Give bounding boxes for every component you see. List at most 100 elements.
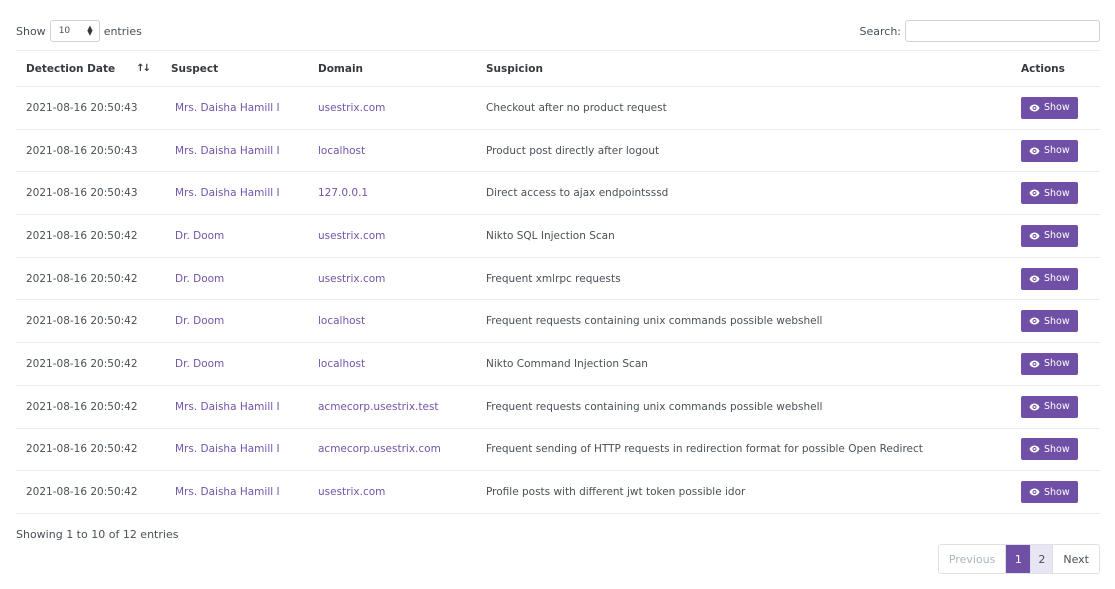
suspect-link[interactable]: Dr. Doom [161, 257, 308, 301]
table-row: 2021-08-16 20:50:43 Mrs. Daisha Hamill Il… [16, 129, 1100, 173]
domain-link[interactable]: acmecorp.usestrix.test [308, 385, 476, 429]
show-button[interactable]: Show [1021, 352, 1078, 375]
eye-icon [1029, 445, 1040, 453]
actions-cell: Show [1011, 342, 1100, 386]
sort-icon: ↑↓ [136, 63, 151, 74]
table-info: Showing 1 to 10 of 12 entries [16, 528, 179, 541]
table-row: 2021-08-16 20:50:42 Dr. Doom localhost Nikt… [16, 342, 1100, 386]
suspicion-cell: Nikto SQL Injection Scan [476, 214, 1011, 258]
suspect-link[interactable]: Mrs. Daisha Hamill I [161, 428, 308, 472]
actions-cell: Show [1011, 86, 1100, 130]
domain-link[interactable]: localhost [308, 299, 476, 344]
suspect-link[interactable]: Dr. Doom [161, 299, 308, 344]
detection-date-cell: 2021-08-16 20:50:43 [16, 171, 161, 216]
pagination: Previous 1 2 Next [937, 544, 1100, 574]
detection-date-cell: 2021-08-16 20:50:42 [16, 385, 161, 429]
search-input[interactable] [905, 20, 1100, 42]
suspect-link[interactable]: Mrs. Daisha Hamill I [161, 171, 308, 216]
page-2-button[interactable]: 2 [1030, 545, 1053, 573]
domain-link[interactable]: localhost [308, 342, 476, 386]
suspicion-cell: Direct access to ajax endpointsssd [476, 171, 1011, 216]
eye-icon [1029, 147, 1040, 155]
length-suffix: entries [103, 24, 142, 38]
show-button[interactable]: Show [1021, 182, 1078, 205]
previous-page-button[interactable]: Previous [939, 545, 1005, 573]
actions-cell: Show [1011, 385, 1100, 429]
show-button-label: Show [1044, 102, 1070, 114]
show-button[interactable]: Show [1021, 481, 1078, 504]
suspect-link[interactable]: Mrs. Daisha Hamill I [161, 470, 308, 514]
suspect-link[interactable]: Mrs. Daisha Hamill I [161, 86, 308, 130]
actions-cell: Show [1011, 470, 1100, 514]
column-header-actions: Actions [1011, 50, 1100, 87]
suspicion-cell: Product post directly after logout [476, 129, 1011, 173]
show-button[interactable]: Show [1021, 96, 1078, 119]
domain-link[interactable]: localhost [308, 129, 476, 173]
suspect-link[interactable]: Dr. Doom [161, 342, 308, 386]
eye-icon [1029, 189, 1040, 197]
show-button-label: Show [1044, 273, 1070, 285]
actions-cell: Show [1011, 171, 1100, 216]
page-1-button[interactable]: 1 [1005, 545, 1031, 573]
detection-date-cell: 2021-08-16 20:50:42 [16, 299, 161, 344]
show-button[interactable]: Show [1021, 310, 1078, 333]
select-arrows-icon: ▲ ▼ [87, 24, 93, 37]
search-label: Search: [859, 24, 902, 38]
domain-link[interactable]: usestrix.com [308, 86, 476, 130]
domain-link[interactable]: usestrix.com [308, 214, 476, 258]
domain-link[interactable]: 127.0.0.1 [308, 171, 476, 216]
suspicions-table: Detection Date ↑↓ Suspect Domain Suspici… [16, 50, 1100, 514]
actions-cell: Show [1011, 428, 1100, 472]
entries-length-control: Show 10 ▲ ▼ entries [16, 20, 142, 42]
show-button[interactable]: Show [1021, 139, 1078, 162]
show-button[interactable]: Show [1021, 224, 1078, 247]
domain-link[interactable]: usestrix.com [308, 470, 476, 514]
column-header-detection-date[interactable]: Detection Date ↑↓ [16, 50, 161, 87]
table-row: 2021-08-16 20:50:43 Mrs. Daisha Hamill I1… [16, 171, 1100, 216]
table-row: 2021-08-16 20:50:42 Mrs. Daisha Hamill Ia… [16, 385, 1100, 429]
entries-per-page-select[interactable]: 10 ▲ ▼ [49, 20, 100, 42]
show-button-label: Show [1044, 401, 1070, 413]
suspicion-cell: Frequent sending of HTTP requests in red… [476, 428, 1011, 472]
eye-icon [1029, 104, 1040, 112]
actions-cell: Show [1011, 257, 1100, 301]
detection-date-cell: 2021-08-16 20:50:42 [16, 470, 161, 514]
show-button[interactable]: Show [1021, 395, 1078, 418]
column-header-label: Detection Date [26, 62, 116, 75]
detection-date-cell: 2021-08-16 20:50:42 [16, 257, 161, 301]
entries-per-page-value: 10 [58, 26, 71, 36]
table-row: 2021-08-16 20:50:42 Mrs. Daisha Hamill Iu… [16, 470, 1100, 514]
detection-date-cell: 2021-08-16 20:50:42 [16, 342, 161, 386]
column-header-suspect[interactable]: Suspect [161, 50, 308, 87]
show-button-label: Show [1044, 315, 1070, 327]
eye-icon [1029, 317, 1040, 325]
show-button[interactable]: Show [1021, 267, 1078, 290]
actions-cell: Show [1011, 129, 1100, 173]
actions-cell: Show [1011, 299, 1100, 344]
show-button-label: Show [1044, 443, 1070, 455]
suspicion-cell: Profile posts with different jwt token p… [476, 470, 1011, 514]
show-button[interactable]: Show [1021, 438, 1078, 461]
column-header-domain[interactable]: Domain [308, 50, 476, 87]
search-control: Search: [859, 20, 1100, 42]
eye-icon [1029, 232, 1040, 240]
domain-link[interactable]: acmecorp.usestrix.com [308, 428, 476, 472]
eye-icon [1029, 488, 1040, 496]
table-row: 2021-08-16 20:50:42 Dr. Doom usestrix.com N… [16, 214, 1100, 258]
suspicions-datatable: Show 10 ▲ ▼ entries Search: Detection Dat… [0, 0, 1115, 589]
detection-date-cell: 2021-08-16 20:50:42 [16, 428, 161, 472]
detection-date-cell: 2021-08-16 20:50:42 [16, 214, 161, 258]
suspect-link[interactable]: Mrs. Daisha Hamill I [161, 129, 308, 173]
table-row: 2021-08-16 20:50:42 Dr. Doom usestrix.com F… [16, 257, 1100, 301]
domain-link[interactable]: usestrix.com [308, 257, 476, 301]
suspicion-cell: Frequent requests containing unix comman… [476, 385, 1011, 429]
suspect-link[interactable]: Mrs. Daisha Hamill I [161, 385, 308, 429]
detection-date-cell: 2021-08-16 20:50:43 [16, 129, 161, 173]
eye-icon [1029, 403, 1040, 411]
suspicion-cell: Frequent xmlrpc requests [476, 257, 1011, 301]
table-controls: Show 10 ▲ ▼ entries Search: [16, 20, 1100, 42]
next-page-button[interactable]: Next [1052, 545, 1099, 573]
show-button-label: Show [1044, 486, 1070, 498]
suspect-link[interactable]: Dr. Doom [161, 214, 308, 258]
column-header-suspicion[interactable]: Suspicion [476, 50, 1011, 87]
